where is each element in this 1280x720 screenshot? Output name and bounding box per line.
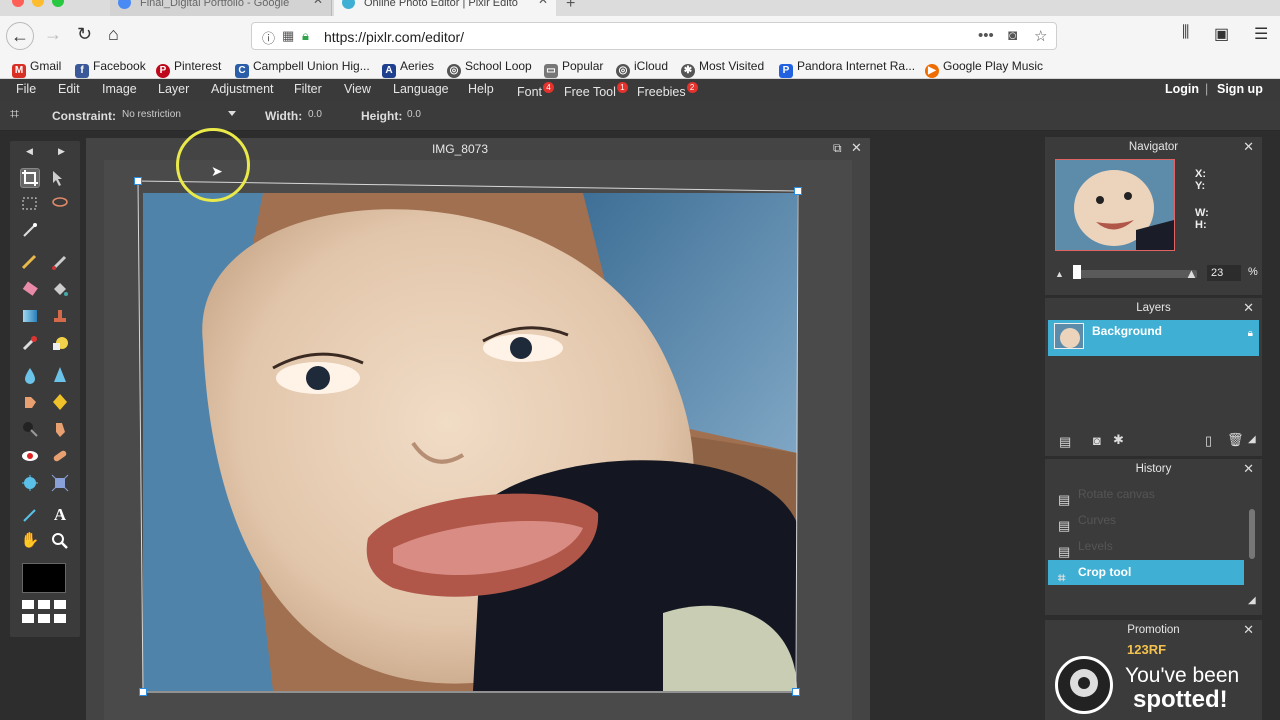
- navigator-title: Navigator: [1128, 141, 1179, 153]
- mouse-cursor-icon: ➤: [211, 163, 223, 179]
- promo-line-2[interactable]: spotted!: [1133, 686, 1228, 714]
- crop-handle-bottom-left[interactable]: [139, 688, 147, 696]
- layer-thumbnail: [1054, 323, 1084, 349]
- close-promotion-icon[interactable]: ✕: [1243, 620, 1254, 640]
- y-label: Y:: [1195, 180, 1206, 192]
- crop-tool-icon: ⌗: [1058, 570, 1066, 585]
- crop-handle-top-right[interactable]: [794, 187, 802, 195]
- close-layers-icon[interactable]: ✕: [1243, 298, 1254, 318]
- layer-row-background[interactable]: Background 🔒︎: [1048, 320, 1259, 356]
- promotion-title: Promotion: [1127, 624, 1180, 636]
- layer-settings-icon[interactable]: ▤: [1059, 434, 1071, 450]
- history-panel: History ✕ ▤ Rotate canvas ▤ Curves ▤ Levels…: [1045, 459, 1262, 615]
- zoom-in-icon[interactable]: ▲: [1185, 266, 1198, 281]
- history-scrollbar-thumb[interactable]: [1249, 509, 1255, 559]
- promo-line-1[interactable]: You've been: [1125, 664, 1239, 688]
- navigator-panel: Navigator ✕ X: Y: W: H: ▲ ▲ 23 %: [1045, 137, 1262, 295]
- promo-mascot-image: [1055, 656, 1113, 714]
- new-layer-icon[interactable]: ▯: [1205, 433, 1212, 449]
- resize-grip-icon[interactable]: ◢: [1248, 434, 1256, 445]
- zoom-slider-knob[interactable]: [1073, 265, 1081, 279]
- zoom-unit: %: [1248, 266, 1258, 278]
- zoom-out-icon[interactable]: ▲: [1055, 269, 1064, 279]
- close-history-icon[interactable]: ✕: [1243, 459, 1254, 479]
- layer-name: Background: [1092, 324, 1163, 338]
- zoom-input[interactable]: 23: [1207, 265, 1241, 281]
- promo-brand[interactable]: 123RF: [1127, 642, 1166, 657]
- w-label: W:: [1195, 207, 1209, 219]
- trash-icon[interactable]: 🗑︎: [1227, 432, 1244, 448]
- close-navigator-icon[interactable]: ✕: [1243, 137, 1254, 157]
- crop-handle-bottom-right[interactable]: [792, 688, 800, 696]
- history-item-active[interactable]: ⌗ Crop tool: [1048, 560, 1244, 585]
- crop-handle-top-left[interactable]: [134, 177, 142, 185]
- history-item[interactable]: ▤ Rotate canvas: [1048, 482, 1244, 507]
- resize-grip-icon[interactable]: ◢: [1248, 595, 1256, 606]
- promotion-panel: Promotion ✕ 123RF You've been spotted!: [1045, 620, 1262, 720]
- navigator-thumbnail[interactable]: [1055, 159, 1175, 251]
- layer-styles-icon[interactable]: ✱: [1113, 432, 1124, 448]
- h-label: H:: [1195, 219, 1207, 231]
- layers-panel: Layers ✕ Background 🔒︎ ▤ ◙ ✱ ▯ 🗑︎ ◢: [1045, 298, 1262, 456]
- history-item[interactable]: ▤ Levels: [1048, 534, 1244, 559]
- history-item[interactable]: ▤ Curves: [1048, 508, 1244, 533]
- history-title: History: [1135, 463, 1172, 475]
- layer-mask-icon[interactable]: ◙: [1093, 433, 1101, 448]
- lock-icon: 🔒︎: [1247, 328, 1253, 339]
- layers-title: Layers: [1136, 302, 1171, 314]
- x-label: X:: [1195, 168, 1206, 180]
- zoom-slider[interactable]: [1075, 270, 1197, 278]
